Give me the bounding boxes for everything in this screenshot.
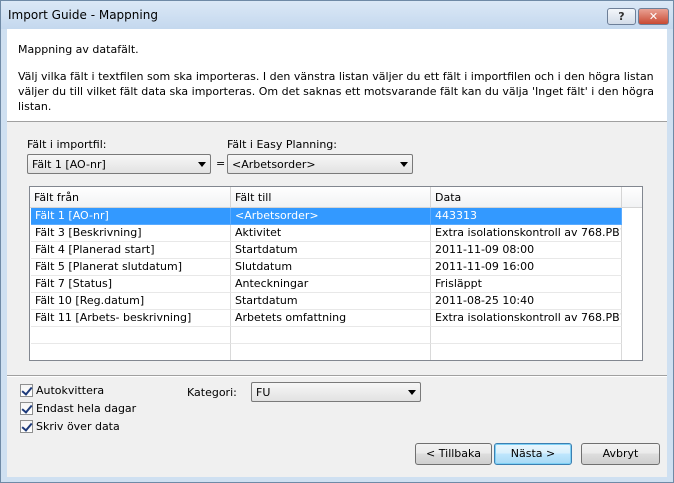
checkmark-icon [21,402,33,414]
column-header-to-label: Fält till [235,191,272,204]
cell-from: Fält 11 [Arbets- beskrivning] [31,310,231,327]
next-button[interactable]: Nästa > [494,443,572,465]
table-row[interactable]: Fält 10 [Reg.datum] Startdatum 2011-08-2… [31,293,622,310]
page-description: Välj vilka fält i textfilen som ska impo… [18,70,654,113]
table-row-empty[interactable] [31,327,622,344]
cell-data: 2011-08-25 10:40 [431,293,622,310]
column-header-to[interactable]: Fält till [231,187,431,208]
cell-data: 2011-11-09 16:00 [431,259,622,276]
cell-to: Slutdatum [231,259,431,276]
target-field-label: Fält i Easy Planning: [227,138,337,151]
cancel-button[interactable]: Avbryt [581,443,660,465]
dialog-client-area: Mappning av datafält. Välj vilka fält i … [7,29,667,477]
checkmark-icon [21,420,33,432]
table-row[interactable]: Fält 11 [Arbets- beskrivning] Arbetets o… [31,310,622,327]
skriv-over-data-checkbox[interactable] [20,420,33,433]
page-heading: Mappning av datafält. [18,43,139,56]
column-header-from[interactable]: Fält från [30,187,231,208]
mapping-grid[interactable]: Fält från Fält till Data Fält 1 [AO-nr] … [29,186,643,361]
table-row[interactable]: Fält 5 [Planerat slutdatum] Slutdatum 20… [31,259,622,276]
table-row[interactable]: Fält 1 [AO-nr] <Arbetsorder> 443313 [31,208,622,225]
target-field-dropdown[interactable]: <Arbetsorder> [227,154,413,174]
kategori-label: Kategori: [187,386,237,399]
table-row[interactable]: Fält 4 [Planerad start] Startdatum 2011-… [31,242,622,259]
cell-data: 443313 [431,208,622,225]
cell-to: Anteckningar [231,276,431,293]
equals-sign: = [216,157,226,170]
cell-to: <Arbetsorder> [231,208,431,225]
chevron-down-icon [400,162,408,167]
chevron-down-icon [408,390,416,395]
checkmark-icon [21,384,33,396]
endast-hela-dagar-checkbox[interactable] [20,402,33,415]
cell-to: Aktivitet [231,225,431,242]
cell-from: Fält 7 [Status] [31,276,231,293]
column-header-from-label: Fält från [34,191,80,204]
import-field-dropdown[interactable]: Fält 1 [AO-nr] [27,154,211,174]
cell-to [231,344,431,360]
autokvittera-label[interactable]: Autokvittera [36,384,104,397]
target-field-value: <Arbetsorder> [232,158,316,171]
cell-from: Fält 5 [Planerat slutdatum] [31,259,231,276]
import-guide-window: Import Guide - Mappning ? ✕ Mappning av … [0,0,674,483]
section-divider [7,375,667,377]
cell-data: Extra isolationskontroll av 768.PB11 [431,225,622,242]
skriv-over-data-label[interactable]: Skriv över data [36,420,120,433]
cell-from: Fält 4 [Planerad start] [31,242,231,259]
cell-to: Startdatum [231,242,431,259]
cell-data: Extra isolationskontroll av 768.PB1... [431,310,622,327]
header-panel: Mappning av datafält. Välj vilka fält i … [7,29,667,122]
close-button[interactable]: ✕ [638,8,669,25]
cell-data: 2011-11-09 08:00 [431,242,622,259]
import-field-label: Fält i importfil: [27,138,107,151]
endast-hela-dagar-label[interactable]: Endast hela dagar [36,402,136,415]
cell-from: Fält 3 [Beskrivning] [31,225,231,242]
kategori-dropdown[interactable]: FU [251,382,421,402]
column-header-filler [622,187,642,208]
table-row-empty[interactable] [31,344,622,360]
chevron-down-icon [198,162,206,167]
column-header-data-label: Data [435,191,462,204]
cell-from [31,344,231,360]
title-bar[interactable]: Import Guide - Mappning ? ✕ [1,1,673,29]
help-button[interactable]: ? [607,8,636,25]
window-title: Import Guide - Mappning [8,8,158,22]
back-button[interactable]: < Tillbaka [415,443,492,465]
cell-to [231,327,431,344]
autokvittera-checkbox[interactable] [20,384,33,397]
cell-from: Fält 1 [AO-nr] [31,208,231,225]
table-row[interactable]: Fält 7 [Status] Anteckningar Frisläppt [31,276,622,293]
cell-from [31,327,231,344]
column-header-data[interactable]: Data [431,187,622,208]
cell-to: Startdatum [231,293,431,310]
cell-from: Fält 10 [Reg.datum] [31,293,231,310]
cell-to: Arbetets omfattning [231,310,431,327]
cell-data [431,327,622,344]
cell-data: Frisläppt [431,276,622,293]
import-field-value: Fält 1 [AO-nr] [32,158,106,171]
table-row[interactable]: Fält 3 [Beskrivning] Aktivitet Extra iso… [31,225,622,242]
cell-data [431,344,622,360]
kategori-value: FU [256,386,271,399]
